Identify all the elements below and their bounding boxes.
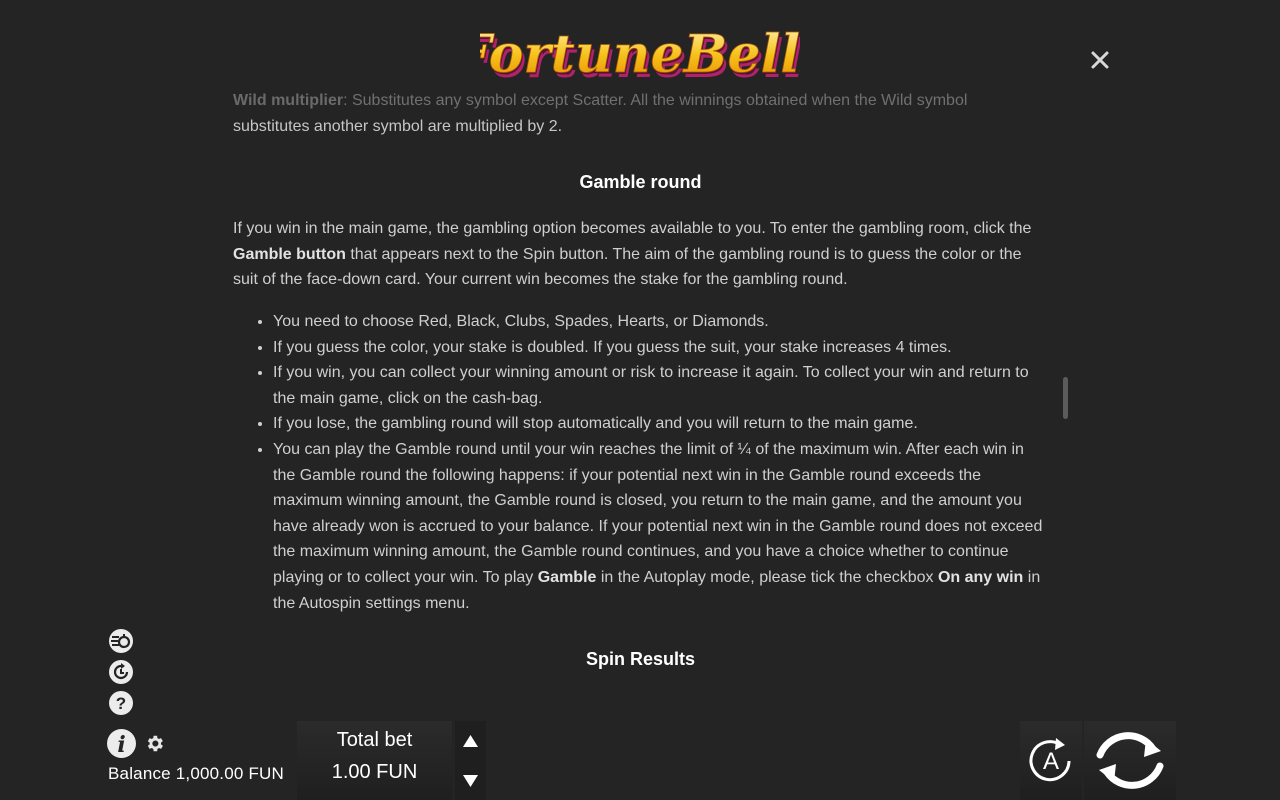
total-bet-label: Total bet bbox=[336, 729, 413, 751]
list-item: If you guess the color, your stake is do… bbox=[273, 335, 1048, 361]
bet-increase-arrow-icon[interactable] bbox=[455, 721, 486, 760]
bet-decrease-arrow-icon[interactable] bbox=[455, 761, 486, 800]
scrollbar-thumb[interactable] bbox=[1063, 377, 1068, 419]
bet-stepper bbox=[455, 721, 486, 800]
list-item: You need to choose Red, Black, Clubs, Sp… bbox=[273, 309, 1048, 335]
spin-icon bbox=[1096, 732, 1164, 789]
list-item: You can play the Gamble round until your… bbox=[273, 437, 1048, 616]
list-item: If you lose, the gambling round will sto… bbox=[273, 411, 1048, 437]
game-rules-screen: FortuneBells FortuneBells FortuneBells W… bbox=[0, 0, 1280, 800]
wild-multiplier-line-end: substitutes another symbol are multiplie… bbox=[233, 118, 563, 135]
gear-icon[interactable] bbox=[144, 733, 165, 754]
svg-text:?: ? bbox=[116, 694, 126, 713]
balance-display: Balance 1,000.00 FUN bbox=[108, 764, 284, 783]
gamble-round-heading: Gamble round bbox=[579, 172, 702, 192]
gamble-rules-list: You need to choose Red, Black, Clubs, Sp… bbox=[233, 309, 1048, 616]
svg-text:i: i bbox=[117, 732, 125, 758]
close-icon[interactable] bbox=[1086, 46, 1114, 74]
spin-button[interactable] bbox=[1084, 721, 1176, 800]
list-item: If you win, you can collect your winning… bbox=[273, 360, 1048, 411]
gamble-intro-paragraph: If you win in the main game, the gamblin… bbox=[233, 220, 1032, 289]
total-bet-panel: Total bet 1.00 FUN bbox=[297, 721, 452, 800]
autospin-button[interactable]: A bbox=[1020, 721, 1082, 800]
svg-text:FortuneBells: FortuneBells bbox=[480, 24, 800, 85]
autospin-icon: A bbox=[1029, 738, 1071, 782]
rules-content[interactable]: Wild multiplier: Substitutes any symbol … bbox=[233, 88, 1048, 688]
turbo-icon[interactable] bbox=[108, 628, 134, 654]
fortune-bells-logo: FortuneBells FortuneBells FortuneBells bbox=[480, 24, 800, 90]
spin-results-heading: Spin Results bbox=[585, 649, 696, 669]
total-bet-value: 1.00 FUN bbox=[331, 761, 418, 783]
info-icon[interactable]: i bbox=[106, 728, 137, 759]
history-icon[interactable] bbox=[108, 659, 134, 685]
autospin-letter: A bbox=[1043, 748, 1059, 775]
help-icon[interactable]: ? bbox=[108, 690, 134, 716]
